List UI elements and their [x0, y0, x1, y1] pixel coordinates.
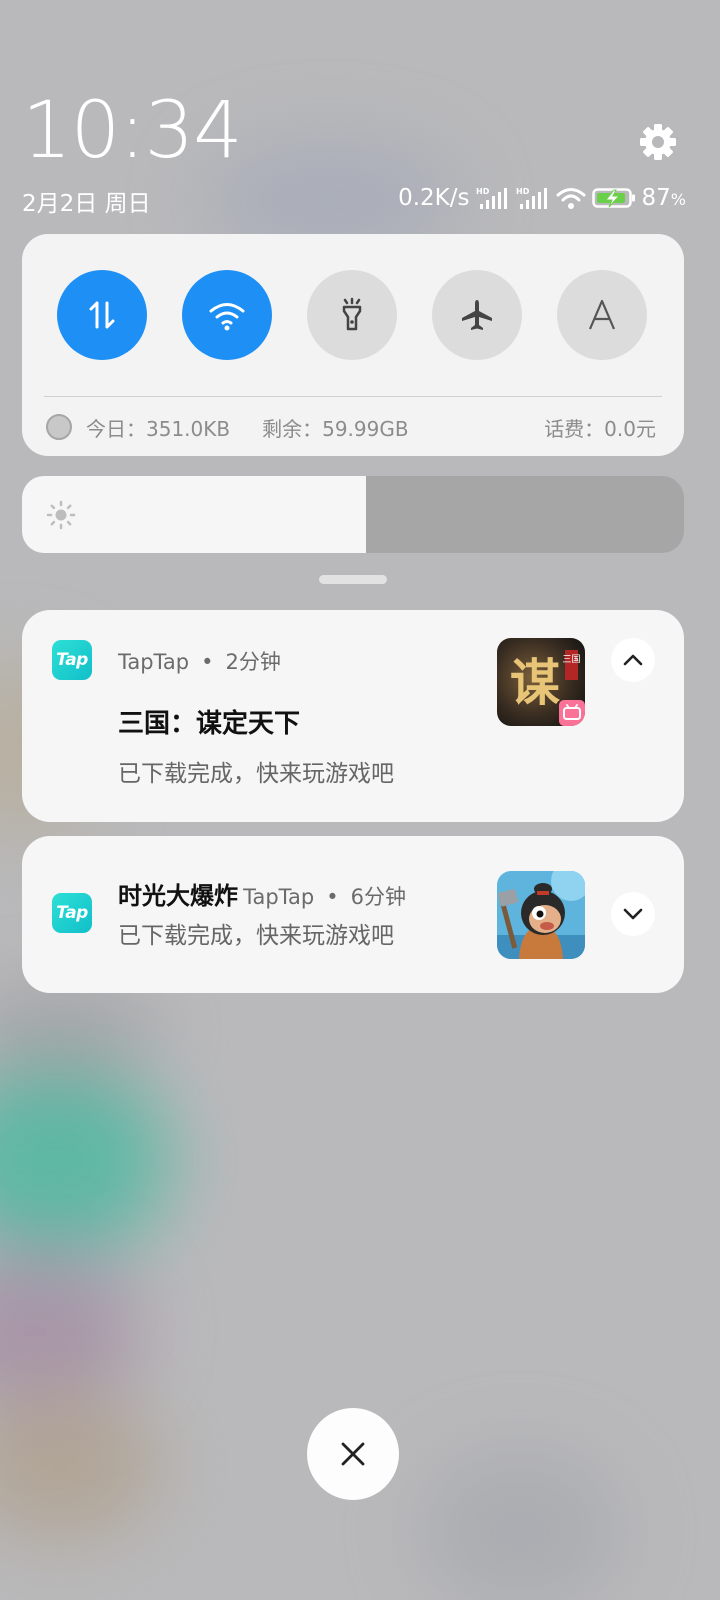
notification-card[interactable]: Tap TapTap • 2分钟 三国：谋定天下 已下载完成，快来玩游戏吧 谋 三国	[22, 610, 684, 822]
mobile-data-icon	[89, 301, 115, 329]
signal-2-icon: HD	[516, 187, 547, 209]
auto-brightness-toggle[interactable]	[557, 270, 647, 360]
notification-title: 时光大爆炸	[118, 882, 238, 910]
status-icons: 0.2K/s HD HD 87%	[398, 183, 686, 213]
settings-gear-icon[interactable]	[636, 120, 680, 164]
airplane-mode-icon	[462, 300, 492, 330]
date[interactable]: 2月2日 周日	[22, 184, 151, 218]
notification-body: 已下载完成，快来玩游戏吧	[118, 761, 394, 787]
notification-time: 6分钟	[350, 885, 406, 909]
data-usage-row[interactable]: 今日：351.0KB 剩余：59.99GB 话费：0.0元	[46, 409, 656, 445]
svg-text:HD: HD	[476, 187, 490, 196]
notification-body: 已下载完成，快来玩游戏吧	[118, 923, 394, 949]
svg-text:谋: 谋	[510, 653, 560, 712]
chevron-up-icon	[623, 654, 643, 666]
auto-brightness-icon	[588, 299, 616, 330]
svg-text:三国: 三国	[562, 654, 580, 665]
quick-settings-panel: 今日：351.0KB 剩余：59.99GB 话费：0.0元	[22, 234, 684, 456]
flashlight-toggle[interactable]	[307, 270, 397, 360]
signal-1-icon: HD	[476, 187, 507, 209]
usage-remaining: 剩余：59.99GB	[262, 416, 409, 441]
drag-handle[interactable]	[319, 575, 387, 584]
collapse-button[interactable]	[611, 638, 655, 682]
battery-percent: 87%	[641, 185, 686, 211]
divider	[44, 396, 662, 397]
brightness-sun-icon	[46, 500, 76, 530]
airplane-mode-toggle[interactable]	[432, 270, 522, 360]
usage-today: 今日：351.0KB	[86, 416, 231, 441]
clear-all-button[interactable]	[307, 1408, 399, 1500]
game-thumbnail	[497, 871, 585, 959]
wifi-status-icon	[556, 188, 586, 209]
chevron-down-icon	[623, 908, 643, 920]
notification-title: 三国：谋定天下	[118, 709, 301, 739]
clock[interactable]: 10:34	[22, 92, 243, 170]
brightness-slider[interactable]	[22, 476, 684, 553]
wifi-toggle[interactable]	[182, 270, 272, 360]
taptap-app-icon: Tap	[52, 640, 92, 680]
notification-header: 时光大爆炸 TapTap • 6分钟	[118, 882, 406, 910]
phone-fee: 话费：0.0元	[544, 416, 656, 441]
notification-meta: TapTap • 2分钟	[118, 650, 281, 674]
wifi-icon	[209, 303, 245, 331]
close-icon	[341, 1442, 365, 1466]
app-name: TapTap	[118, 650, 190, 674]
data-usage-icon	[46, 414, 72, 440]
app-name: TapTap	[243, 885, 315, 909]
game-thumbnail: 谋 三国	[497, 638, 585, 726]
battery-charging-icon	[591, 188, 635, 208]
notification-card[interactable]: Tap 时光大爆炸 TapTap • 6分钟 已下载完成，快来玩游戏吧	[22, 836, 684, 993]
flashlight-icon	[342, 297, 362, 331]
expand-button[interactable]	[611, 892, 655, 936]
taptap-app-icon: Tap	[52, 893, 92, 933]
svg-text:HD: HD	[516, 187, 530, 196]
notification-time: 2分钟	[225, 650, 281, 674]
mobile-data-toggle[interactable]	[57, 270, 147, 360]
network-speed: 0.2K/s	[398, 185, 470, 211]
